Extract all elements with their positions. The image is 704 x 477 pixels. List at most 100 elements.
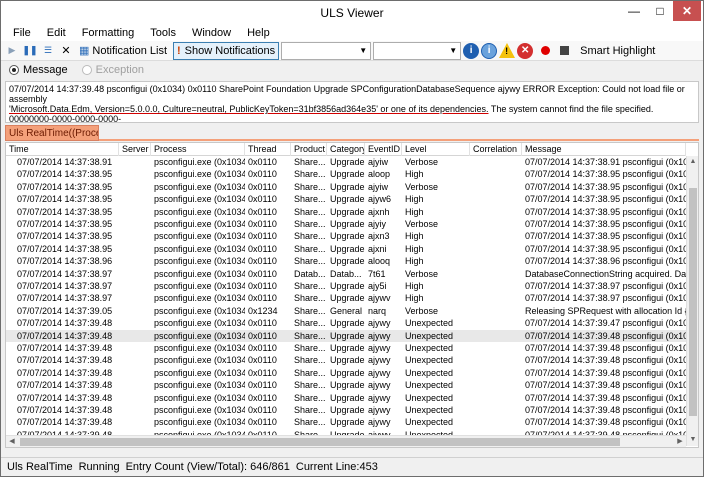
vertical-scrollbar[interactable]: ▲ ▼ [686, 156, 698, 446]
cell-process: psconfigui.exe (0x1034) [154, 405, 245, 415]
table-row[interactable]: 07/07/2014 14:37:39.48 psconfigui.exe (0x… [6, 342, 686, 354]
pause-icon[interactable]: ❚❚ [22, 44, 37, 58]
table-row[interactable]: 07/07/2014 14:37:39.48 psconfigui.exe (0x… [6, 392, 686, 404]
cell-time: 07/07/2014 14:37:38.95 [17, 181, 113, 192]
tab-uls-realtime[interactable]: Uls RealTime((Proces... [5, 125, 99, 141]
smart-highlight-button[interactable]: Smart Highlight [577, 42, 658, 60]
cell-category: Upgrade [330, 318, 365, 329]
exception-radio[interactable] [81, 65, 92, 75]
cell-correlation [470, 305, 522, 317]
menu-help[interactable]: Help [239, 27, 278, 39]
table-row[interactable]: 07/07/2014 14:37:39.48 psconfigui.exe (0x… [6, 416, 686, 428]
cell-thread: 0x0110 [248, 243, 277, 254]
scroll-left-icon[interactable]: ◀ [6, 436, 18, 447]
column-header-message[interactable]: Message [522, 143, 686, 156]
error-icon[interactable]: ✕ [517, 42, 534, 59]
message-radio-label: Message [23, 64, 68, 76]
info-icon[interactable]: i [463, 42, 480, 59]
column-header-product[interactable]: Product [291, 143, 327, 156]
table-row[interactable]: 07/07/2014 14:37:38.95 psconfigui.exe (0x… [6, 193, 686, 205]
open-filter-icon[interactable]: ☰ [41, 44, 55, 58]
table-row[interactable]: 07/07/2014 14:37:38.97 psconfigui.exe (0x… [6, 268, 686, 280]
play-icon[interactable]: ▶ [5, 44, 19, 58]
filter-combo-1[interactable]: ▼ [281, 41, 372, 60]
cell-product: Share... [294, 305, 326, 316]
column-header-time[interactable]: Time [6, 143, 119, 156]
verbose-icon[interactable]: i [481, 42, 498, 59]
table-row[interactable]: 07/07/2014 14:37:38.95 psconfigui.exe (0x… [6, 206, 686, 218]
column-header-category[interactable]: Category [327, 143, 365, 156]
cell-thread: 0x0110 [248, 380, 277, 391]
horizontal-scrollbar[interactable]: ◀ ▶ [6, 435, 686, 447]
minimize-icon[interactable]: — [621, 1, 647, 21]
stop-icon[interactable] [560, 46, 570, 55]
table-row[interactable]: 07/07/2014 14:37:39.48 psconfigui.exe (0x… [6, 367, 686, 379]
table-row[interactable]: 07/07/2014 14:37:39.05 psconfigui.exe (0x… [6, 305, 686, 317]
detail-line-2: 'Microsoft.Data.Edm, Version=5.0.0.0, Cu… [9, 104, 695, 122]
cell-time: 07/07/2014 14:37:38.95 [17, 194, 113, 205]
cell-process: psconfigui.exe (0x1034) [154, 330, 245, 341]
cell-correlation [470, 255, 522, 267]
menu-formatting[interactable]: Formatting [74, 27, 143, 39]
notification-list-label: Notification List [92, 44, 167, 57]
scroll-right-icon[interactable]: ▶ [674, 436, 686, 447]
table-row[interactable]: 07/07/2014 14:37:38.95 psconfigui.exe (0x… [6, 218, 686, 230]
table-row[interactable]: 07/07/2014 14:37:39.48 psconfigui.exe (0x… [6, 354, 686, 366]
menu-file[interactable]: File [5, 27, 39, 39]
scroll-up-icon[interactable]: ▲ [687, 156, 698, 168]
table-row[interactable]: 07/07/2014 14:37:38.97 psconfigui.exe (0x… [6, 280, 686, 292]
detail-pane[interactable]: 07/07/2014 14:37:39.48 psconfigui (0x103… [5, 81, 699, 123]
clear-icon[interactable]: ✕ [59, 44, 73, 58]
cell-message: 07/07/2014 14:37:38.96 psconfigui (0x103… [525, 256, 686, 267]
vertical-scroll-thumb[interactable] [689, 188, 697, 416]
cell-server [119, 230, 151, 242]
cell-thread: 0x0110 [248, 417, 277, 428]
filter-combo-2[interactable]: ▼ [373, 41, 462, 60]
horizontal-scroll-thumb[interactable] [20, 438, 620, 446]
warning-icon[interactable]: ! [499, 43, 516, 58]
table-row[interactable]: 07/07/2014 14:37:38.95 psconfigui.exe (0x… [6, 168, 686, 180]
record-icon[interactable] [541, 46, 551, 55]
table-row[interactable]: 07/07/2014 14:37:38.95 psconfigui.exe (0x… [6, 181, 686, 193]
close-icon[interactable]: ✕ [673, 1, 701, 21]
table-row[interactable]: 07/07/2014 14:37:38.95 psconfigui.exe (0x… [6, 230, 686, 242]
message-radio[interactable] [9, 65, 19, 75]
column-header-eventid[interactable]: EventID [365, 143, 402, 156]
cell-process: psconfigui.exe (0x1034) [154, 367, 245, 378]
menu-edit[interactable]: Edit [39, 27, 74, 39]
cell-eventid: ajywy [368, 392, 391, 403]
table-row[interactable]: 07/07/2014 14:37:39.48 psconfigui.exe (0x… [6, 317, 686, 329]
table-row[interactable]: 07/07/2014 14:37:38.95 psconfigui.exe (0x… [6, 243, 686, 255]
cell-category: Upgrade [330, 343, 365, 353]
table-row[interactable]: 07/07/2014 14:37:38.91 psconfigui.exe (0x… [6, 156, 686, 168]
cell-eventid: ajywy [368, 417, 391, 428]
title-bar[interactable]: ULS Viewer — □ ✕ [1, 1, 703, 25]
column-header-thread[interactable]: Thread [245, 143, 291, 156]
column-header-level[interactable]: Level [402, 143, 470, 156]
table-row[interactable]: 07/07/2014 14:37:39.48 psconfigui.exe (0x… [6, 404, 686, 416]
column-header-process[interactable]: Process [151, 143, 245, 156]
table-row[interactable]: 07/07/2014 14:37:38.97 psconfigui.exe (0x… [6, 292, 686, 304]
table-row[interactable]: 07/07/2014 14:37:38.96 psconfigui.exe (0x… [6, 255, 686, 267]
chevron-down-icon: ▼ [359, 45, 368, 55]
cell-process: psconfigui.exe (0x1034) [154, 231, 245, 242]
table-row[interactable]: 07/07/2014 14:37:39.48 psconfigui.exe (0x… [6, 329, 686, 342]
cell-message: 07/07/2014 14:37:39.48 psconfigui (0x103… [525, 330, 686, 341]
cell-correlation [470, 354, 522, 366]
menu-window[interactable]: Window [184, 27, 239, 39]
cell-level: Unexpected [405, 392, 454, 403]
cell-category: Upgrade [330, 380, 365, 391]
show-notifications-button[interactable]: ! Show Notifications [173, 41, 280, 60]
cell-level: High [405, 194, 424, 205]
notification-list-button[interactable]: ▦ Notification List [76, 42, 170, 60]
cell-eventid: ajywv [368, 293, 391, 304]
maximize-icon[interactable]: □ [647, 1, 673, 21]
column-header-server[interactable]: Server [119, 143, 151, 156]
table-row[interactable]: 07/07/2014 14:37:39.48 psconfigui.exe (0x… [6, 379, 686, 391]
column-header-correlation[interactable]: Correlation [470, 143, 522, 156]
menu-tools[interactable]: Tools [142, 27, 184, 39]
cell-server [119, 342, 151, 354]
cell-thread: 0x0110 [248, 281, 277, 291]
grid-rows: 07/07/2014 14:37:38.91 psconfigui.exe (0x… [6, 156, 686, 446]
scroll-down-icon[interactable]: ▼ [687, 434, 698, 446]
